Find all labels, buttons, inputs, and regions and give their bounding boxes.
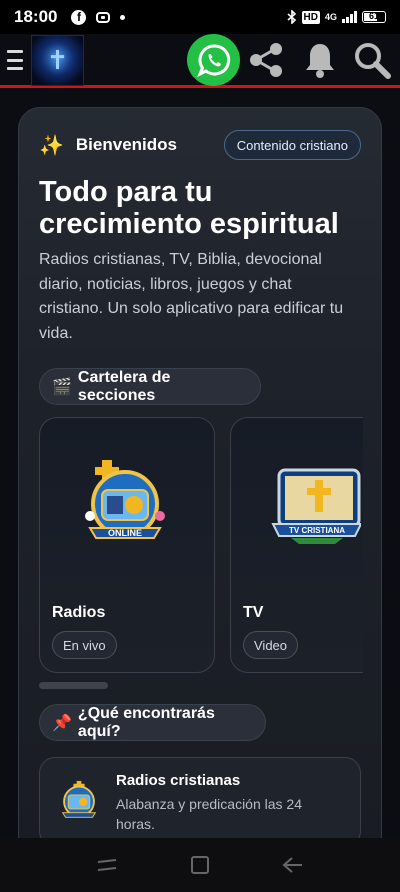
content-badge: Contenido cristiano <box>223 130 361 160</box>
carousel-scrollbar[interactable] <box>39 682 108 689</box>
battery-icon: 61 <box>362 11 386 23</box>
whatsapp-icon <box>196 44 230 77</box>
sparkles-icon: ✨ <box>39 134 64 157</box>
welcome-row: ✨ Bienvenidos Contenido cristiano <box>39 130 361 160</box>
svg-text:ONLINE: ONLINE <box>108 528 142 538</box>
features-chip-label: ¿Qué encontrarás aquí? <box>77 704 215 740</box>
tile-radios[interactable]: ONLINE Radios En vivo <box>39 417 215 673</box>
sections-carousel[interactable]: ONLINE Radios En vivo TV CRISTIANA TV Vi… <box>39 417 363 673</box>
bell-icon[interactable] <box>300 40 340 80</box>
status-bar: 18:00 f HD 4G 61 <box>0 0 400 34</box>
tv-cristiana-emblem: TV CRISTIANA <box>271 468 361 544</box>
whatsapp-button[interactable] <box>187 34 240 86</box>
bluetooth-icon <box>287 10 296 24</box>
tile-name: TV <box>243 604 264 621</box>
back-icon[interactable] <box>273 845 313 885</box>
battery-level: 61 <box>368 11 379 21</box>
share-icon[interactable] <box>246 40 286 80</box>
radio-online-emblem: ONLINE <box>85 460 165 539</box>
facebook-icon: f <box>71 9 87 25</box>
hd-badge: HD <box>301 10 320 24</box>
tile-tag: En vivo <box>52 631 117 659</box>
status-time: 18:00 <box>14 7 58 26</box>
hero-subtitle: Radios cristianas, TV, Biblia, devociona… <box>39 251 344 342</box>
more-notifications-dot <box>120 14 126 20</box>
search-icon[interactable] <box>352 40 392 80</box>
status-right: HD 4G 61 <box>287 10 386 24</box>
welcome-title: Bienvenidos <box>75 135 177 154</box>
app-notification-icon <box>96 11 111 23</box>
hero-title: Todo para tu crecimiento espiritual <box>39 176 339 240</box>
sections-chip: 🎬 Cartelera de secciones <box>39 368 261 405</box>
welcome-card: ✨ Bienvenidos Contenido cristiano Todo p… <box>18 107 382 867</box>
app-logo[interactable]: ✝ <box>31 35 84 86</box>
logo-cross-icon: ✝ <box>46 45 69 75</box>
home-icon[interactable] <box>180 845 220 885</box>
tile-name: Radios <box>52 604 106 621</box>
features-chip: 📌 ¿Qué encontrarás aquí? <box>39 704 266 741</box>
clapperboard-icon: 🎬 <box>52 378 72 396</box>
recent-apps-icon[interactable] <box>87 845 127 885</box>
signal-icon <box>342 11 357 23</box>
feature-item-radios[interactable]: Radios cristianas Alabanza y predicación… <box>39 757 361 847</box>
radio-online-emblem <box>61 780 97 818</box>
menu-icon[interactable] <box>7 50 23 70</box>
sections-chip-label: Cartelera de secciones <box>77 368 171 404</box>
notification-icons: f <box>71 9 126 25</box>
system-nav-bar <box>0 838 400 892</box>
feature-title: Radios cristianas <box>116 772 241 789</box>
tile-tag: Video <box>243 631 299 659</box>
feature-description: Alabanza y predicación las 24 horas. <box>116 796 303 832</box>
tile-tv[interactable]: TV CRISTIANA TV Video <box>230 417 363 673</box>
pushpin-icon: 📌 <box>52 714 72 732</box>
network-type: 4G <box>324 12 337 22</box>
app-header: ✝ <box>0 34 400 88</box>
svg-text:TV CRISTIANA: TV CRISTIANA <box>289 526 345 535</box>
